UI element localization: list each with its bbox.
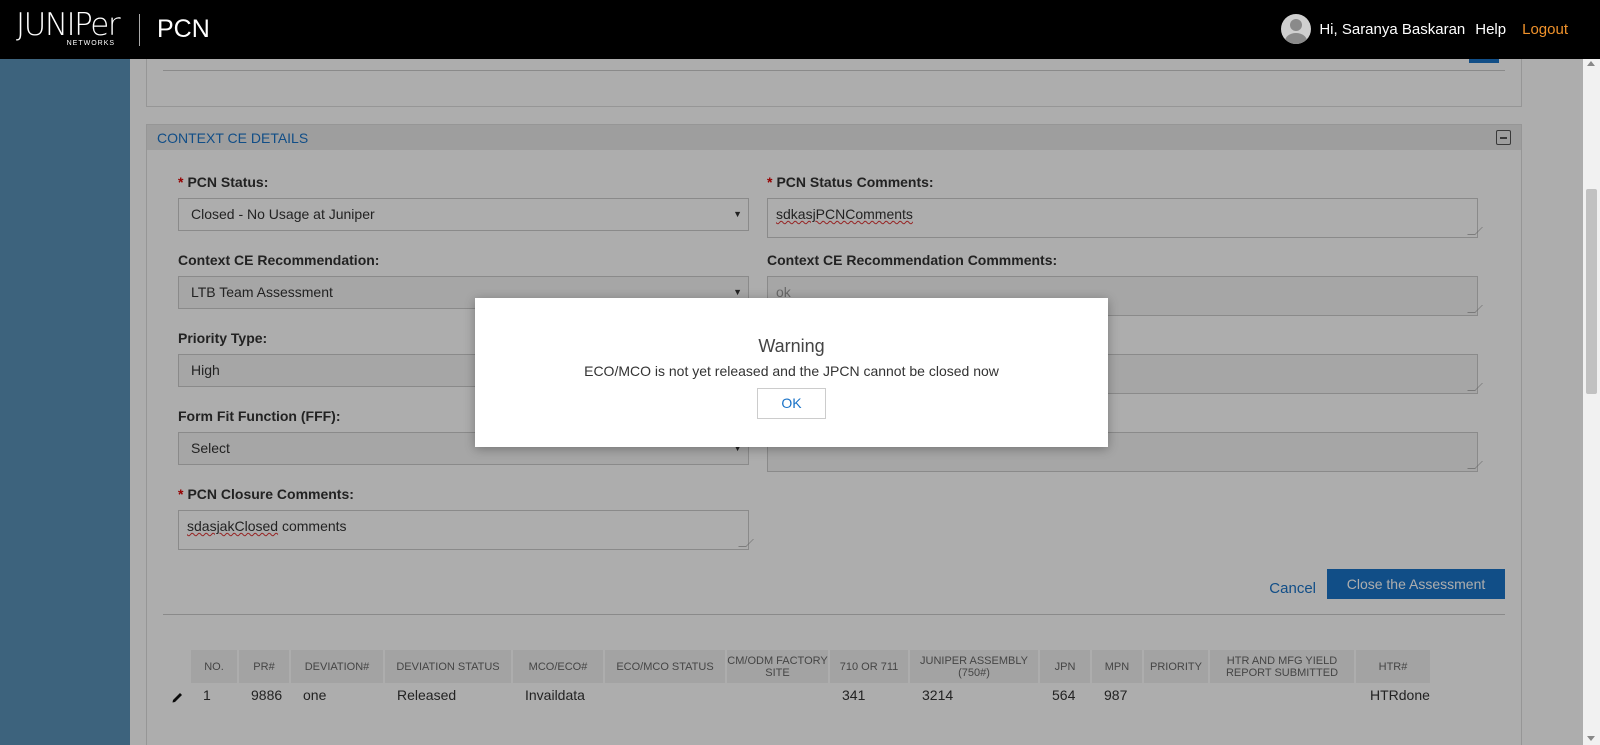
dialog-message: ECO/MCO is not yet released and the JPCN… — [584, 363, 999, 379]
top-navigation-bar: JUNIPer NETWORKS PCN Hi, Saranya Baskara… — [0, 0, 1600, 59]
logout-link[interactable]: Logout — [1522, 21, 1568, 38]
user-greeting: Hi, Saranya Baskaran — [1319, 20, 1466, 38]
app-name: PCN — [157, 15, 210, 43]
help-link[interactable]: Help — [1475, 21, 1506, 38]
vertical-scrollbar[interactable] — [1583, 59, 1600, 745]
logo-subtext: NETWORKS — [66, 40, 116, 47]
warning-dialog: Warning ECO/MCO is not yet released and … — [475, 298, 1108, 447]
dialog-title: Warning — [758, 336, 825, 356]
scroll-thumb[interactable] — [1586, 189, 1597, 394]
header-divider — [139, 14, 140, 46]
scroll-up-arrow-icon[interactable] — [1587, 61, 1595, 66]
scroll-down-arrow-icon[interactable] — [1587, 736, 1595, 741]
user-menu: Hi, Saranya Baskaran Help Logout — [1281, 14, 1568, 44]
avatar-icon[interactable] — [1281, 14, 1312, 44]
ok-button[interactable]: OK — [757, 388, 826, 419]
juniper-logo[interactable]: JUNIPer NETWORKS — [16, 7, 121, 48]
logo-text: JUNIPer — [16, 7, 121, 43]
